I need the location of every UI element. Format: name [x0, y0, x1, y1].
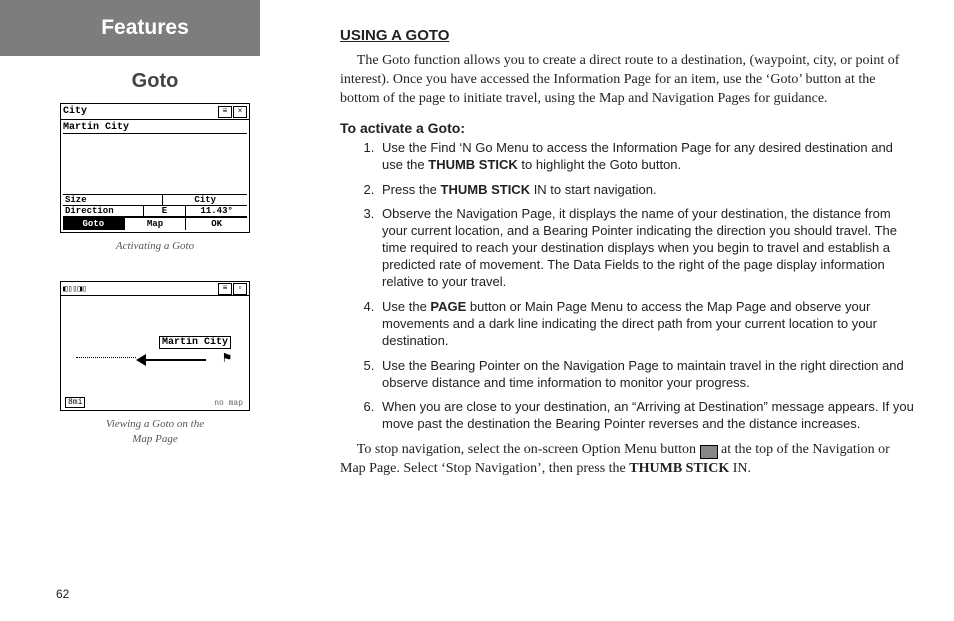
- direction-label: Direction: [63, 206, 144, 216]
- figure2-caption: Viewing a Goto on the Map Page: [106, 417, 204, 446]
- direction-arrow: [136, 354, 146, 366]
- closing-paragraph: To stop navigation, select the on-screen…: [340, 441, 914, 479]
- ok-button[interactable]: OK: [186, 218, 247, 230]
- map-header: ◧▯▯◨▯ ≡ ▫: [61, 282, 249, 296]
- direction-value: E: [144, 206, 187, 216]
- subheading: To activate a Goto:: [340, 119, 914, 138]
- no-map-label: no map: [214, 399, 243, 408]
- step-1: Use the Find ‘N Go Menu to access the In…: [378, 140, 914, 174]
- device-screenshot-2: ◧▯▯◨▯ ≡ ▫ Martin City ⚑ 8mi no map: [60, 281, 250, 411]
- size-label: Size: [63, 195, 163, 205]
- step-6: When you are close to your destination, …: [378, 399, 914, 433]
- figure-activating-goto: City ≡ × Martin City Size City Direction…: [0, 103, 310, 253]
- gps-icon: ◧▯▯◨▯: [63, 284, 87, 294]
- map-body: Martin City ⚑ 8mi no map: [61, 296, 249, 410]
- dotted-line: [76, 357, 136, 358]
- map-scale: 8mi: [65, 397, 85, 408]
- step-5: Use the Bearing Pointer on the Navigatio…: [378, 358, 914, 392]
- option-menu-icon: ≡: [700, 445, 718, 459]
- section-heading: USING A GOTO: [340, 26, 914, 46]
- close-icon: ×: [233, 106, 247, 118]
- menu-icon: ≡: [218, 283, 232, 295]
- page-icon: ▫: [233, 283, 247, 295]
- step-list: Use the Find ‘N Go Menu to access the In…: [340, 140, 914, 433]
- thumb-stick-term: THUMB STICK: [629, 461, 729, 476]
- intro-paragraph: The Goto function allows you to create a…: [340, 52, 914, 109]
- manual-page: Features Goto City ≡ × Martin City Size …: [0, 0, 954, 621]
- thumb-stick-term: THUMB STICK: [428, 157, 518, 172]
- page-term: PAGE: [430, 299, 466, 314]
- bearing-value: 11.43°: [186, 206, 247, 216]
- menu-icon: ≡: [218, 106, 232, 118]
- screen-body: Martin City Size City Direction E 11.43°: [61, 120, 249, 232]
- item-name: Martin City: [63, 122, 247, 134]
- flag-icon: ⚑: [223, 350, 231, 367]
- thumb-stick-term: THUMB STICK: [441, 182, 531, 197]
- screen-title: City: [63, 106, 217, 117]
- map-button[interactable]: Map: [125, 218, 187, 230]
- device-screenshot-1: City ≡ × Martin City Size City Direction…: [60, 103, 250, 233]
- step-3: Observe the Navigation Page, it displays…: [378, 206, 914, 290]
- main-content: USING A GOTO The Goto function allows yo…: [340, 0, 954, 621]
- goto-button[interactable]: Goto: [63, 218, 125, 230]
- figure1-caption: Activating a Goto: [116, 239, 194, 253]
- page-number: 62: [56, 587, 69, 601]
- figure-viewing-goto-map: ◧▯▯◨▯ ≡ ▫ Martin City ⚑ 8mi no map Viewi…: [0, 281, 310, 446]
- city-label: City: [163, 195, 247, 205]
- screen-header: City ≡ ×: [61, 104, 249, 120]
- sidebar-title: Goto: [0, 70, 310, 93]
- map-destination-label: Martin City: [159, 336, 231, 349]
- features-tab: Features: [0, 0, 260, 56]
- step-2: Press the THUMB STICK IN to start naviga…: [378, 182, 914, 199]
- sidebar: Features Goto City ≡ × Martin City Size …: [0, 0, 310, 621]
- step-4: Use the PAGE button or Main Page Menu to…: [378, 299, 914, 350]
